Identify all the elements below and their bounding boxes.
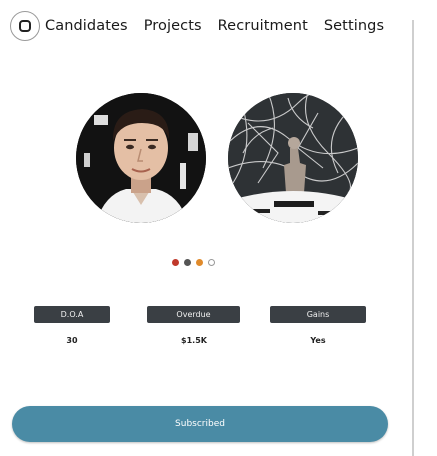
nav-item-recruitment[interactable]: Recruitment — [218, 18, 308, 34]
stat-label-overdue: Overdue — [147, 306, 240, 323]
carousel-dot[interactable] — [208, 259, 215, 266]
stat-value-overdue: $1.5K — [181, 336, 207, 345]
abstract-art-image — [228, 93, 358, 223]
logo-icon[interactable] — [10, 11, 40, 41]
carousel-indicator — [172, 259, 215, 266]
stat-value-doa: 30 — [66, 336, 78, 345]
rounded-square-icon — [19, 20, 31, 32]
scroll-divider — [412, 20, 414, 456]
subscribe-button[interactable]: Subscribed — [12, 406, 388, 442]
nav-item-projects[interactable]: Projects — [144, 18, 202, 34]
nav-item-candidates[interactable]: Candidates — [45, 18, 128, 34]
stat-label-gains: Gains — [270, 306, 366, 323]
carousel-dot[interactable] — [184, 259, 191, 266]
stat-label-doa: D.O.A — [34, 306, 110, 323]
app-screen: Candidates Projects Recruitment Settings — [0, 0, 437, 456]
carousel-dot[interactable] — [196, 259, 203, 266]
project-photo[interactable] — [228, 93, 358, 223]
nav-menu: Candidates Projects Recruitment Settings — [45, 18, 384, 34]
candidate-photo[interactable] — [76, 93, 206, 223]
person-portrait-image — [76, 93, 206, 223]
top-nav: Candidates Projects Recruitment Settings — [10, 11, 384, 41]
carousel-dot[interactable] — [172, 259, 179, 266]
stat-value-gains: Yes — [310, 336, 326, 345]
nav-item-settings[interactable]: Settings — [324, 18, 384, 34]
